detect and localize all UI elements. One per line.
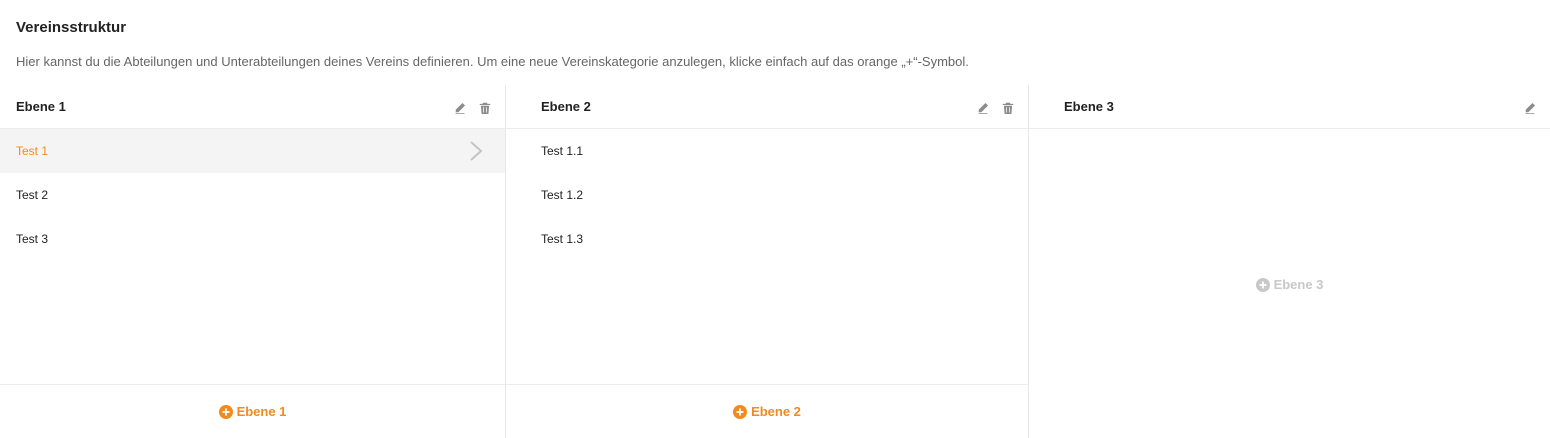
column-header: Ebene 2: [506, 85, 1028, 129]
trash-icon[interactable]: [477, 100, 493, 116]
list-item[interactable]: Test 2: [0, 173, 505, 217]
list-item-label: Test 1.3: [541, 232, 584, 246]
column-title: Ebene 3: [1064, 99, 1114, 114]
list-item-label: Test 1: [16, 144, 49, 158]
column-ebene-1: Ebene 1 Test 1 Test 2 Test 3 Ebene 1: [0, 85, 506, 438]
list-item-label: Test 1.2: [541, 188, 584, 202]
trash-icon[interactable]: [1000, 100, 1016, 116]
chevron-right-icon: [469, 140, 483, 162]
column-ebene-3: Ebene 3 Ebene 3: [1029, 85, 1550, 438]
add-button-label: Ebene 1: [236, 404, 287, 419]
list-item[interactable]: Test 1: [0, 129, 505, 173]
add-button-label: Ebene 2: [751, 404, 801, 419]
list-item[interactable]: Test 1.2: [506, 173, 1028, 217]
pencil-icon[interactable]: [975, 100, 991, 116]
column-title: Ebene 2: [541, 99, 591, 114]
add-button-label: Ebene 3: [1273, 277, 1324, 292]
plus-circle-icon: [733, 404, 748, 419]
item-list: Test 1.1 Test 1.2 Test 1.3: [506, 129, 1028, 261]
add-ebene-1-button[interactable]: Ebene 1: [218, 404, 287, 419]
plus-circle-icon: [1255, 277, 1270, 292]
list-item-label: Test 3: [16, 232, 49, 246]
page-description: Hier kannst du die Abteilungen und Unter…: [16, 54, 969, 69]
column-header: Ebene 3: [1029, 85, 1550, 129]
column-footer: Ebene 2: [506, 384, 1028, 438]
list-item-label: Test 1.1: [541, 144, 584, 158]
list-item[interactable]: Test 3: [0, 217, 505, 261]
pencil-icon[interactable]: [452, 100, 468, 116]
page-title: Vereinsstruktur: [16, 19, 127, 36]
column-title: Ebene 1: [16, 99, 66, 114]
plus-circle-icon: [218, 404, 233, 419]
column-header: Ebene 1: [0, 85, 505, 129]
column-ebene-2: Ebene 2 Test 1.1 Test 1.2 Test 1.3 Ebene…: [506, 85, 1029, 438]
list-item-label: Test 2: [16, 188, 49, 202]
add-ebene-2-button[interactable]: Ebene 2: [733, 404, 801, 419]
item-list: Test 1 Test 2 Test 3: [0, 129, 505, 261]
add-ebene-3-button[interactable]: Ebene 3: [1255, 277, 1324, 292]
list-item[interactable]: Test 1.3: [506, 217, 1028, 261]
pencil-icon[interactable]: [1522, 100, 1538, 116]
structure-columns: Ebene 1 Test 1 Test 2 Test 3 Ebene 1 Ebe…: [0, 85, 1550, 438]
column-footer: Ebene 1: [0, 384, 505, 438]
list-item[interactable]: Test 1.1: [506, 129, 1028, 173]
